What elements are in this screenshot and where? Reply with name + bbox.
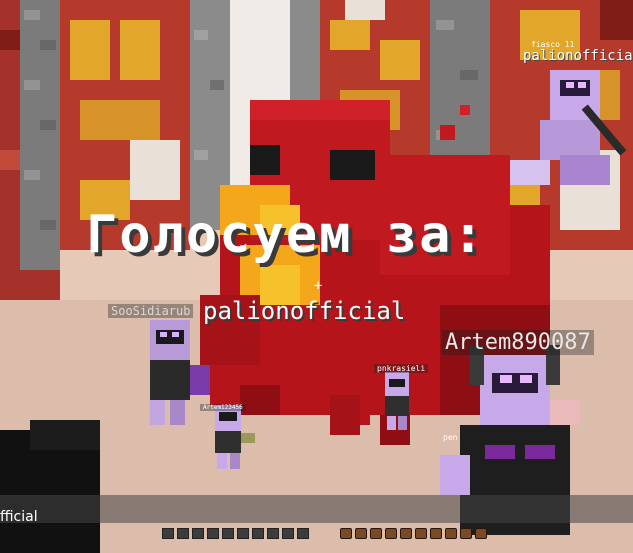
drumstick-icon xyxy=(385,528,397,539)
heart-icon xyxy=(222,528,234,539)
held-item-block xyxy=(0,420,100,553)
nametag-center-player: pnkrasieli xyxy=(374,364,429,373)
chat-bar xyxy=(0,495,633,523)
player-model-left xyxy=(150,320,210,425)
drumstick-icon xyxy=(340,528,352,539)
heart-icon xyxy=(252,528,264,539)
heart-icon xyxy=(207,528,219,539)
crosshair-icon: + xyxy=(314,278,323,294)
drumstick-icon xyxy=(400,528,412,539)
nametag-small-player: Artem123456 xyxy=(200,404,246,411)
chat-message: fficial xyxy=(0,509,38,525)
nametag-pen: pen xyxy=(443,433,458,442)
heart-icon xyxy=(267,528,279,539)
player-model-top-right xyxy=(510,70,627,185)
nametag-artem: Artem890087 xyxy=(442,330,594,355)
hunger-bar xyxy=(340,528,487,542)
nametag-palionofficial: palionofficial xyxy=(523,48,633,64)
drumstick-icon xyxy=(430,528,442,539)
drumstick-icon xyxy=(415,528,427,539)
game-viewport[interactable]: fiasco 11 palionofficial SooSidiarub Art… xyxy=(0,0,633,553)
heart-icon xyxy=(297,528,309,539)
drumstick-icon xyxy=(445,528,457,539)
heart-icon xyxy=(192,528,204,539)
drumstick-icon xyxy=(475,528,487,539)
drumstick-icon xyxy=(355,528,367,539)
health-bar xyxy=(162,528,309,542)
heart-icon xyxy=(282,528,294,539)
player-model-small-center xyxy=(385,372,409,430)
vote-target-name: palionofficial xyxy=(203,297,406,325)
nametag-soosidiarub: SooSidiarub xyxy=(108,304,194,318)
drumstick-icon xyxy=(370,528,382,539)
player-model-small-left xyxy=(215,405,255,469)
heart-icon xyxy=(237,528,249,539)
drumstick-icon xyxy=(460,528,472,539)
heart-icon xyxy=(177,528,189,539)
heart-icon xyxy=(162,528,174,539)
vote-title: Голосуем за: xyxy=(86,205,486,265)
